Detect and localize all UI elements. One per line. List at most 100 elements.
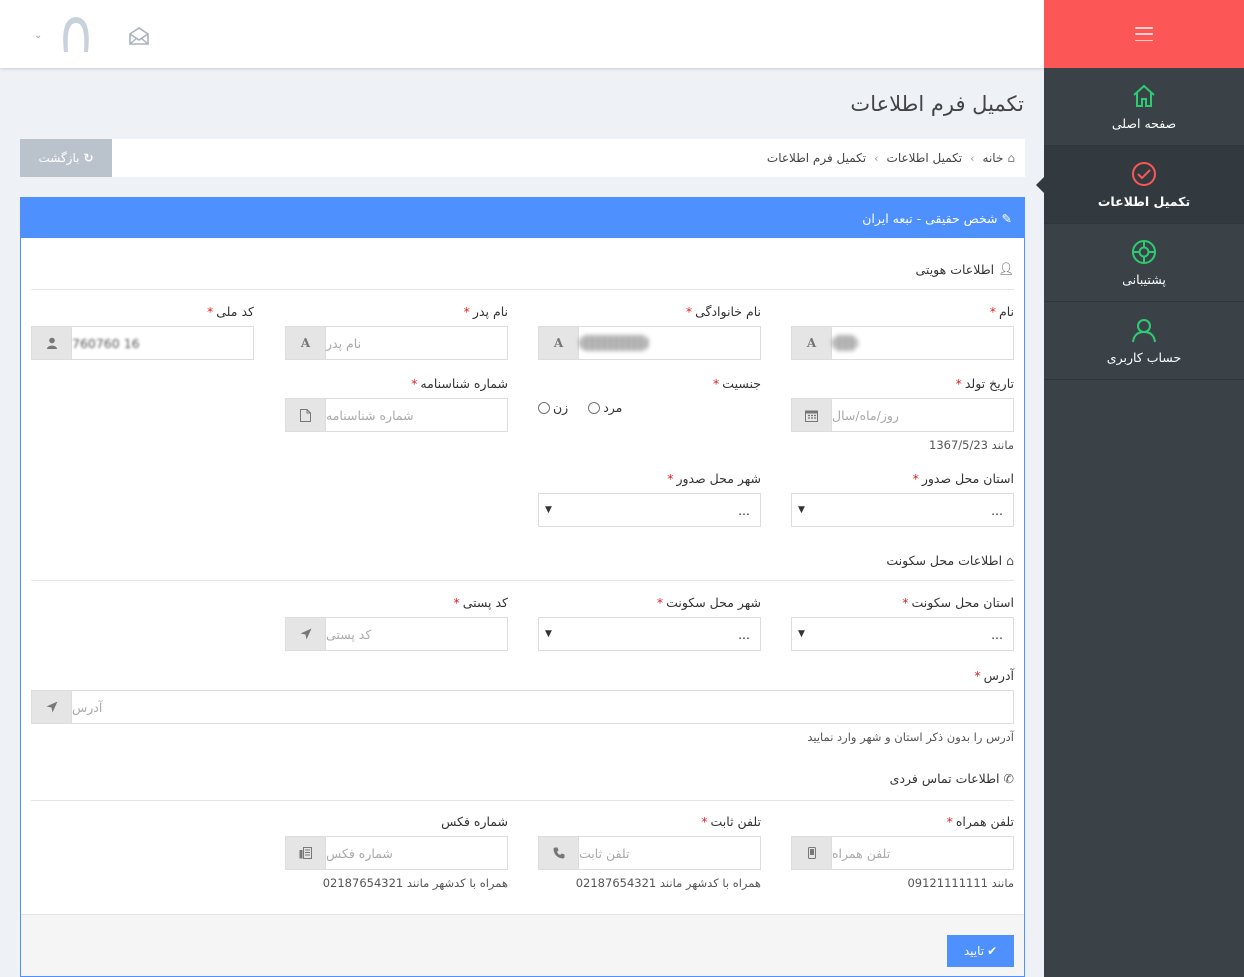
postal-code-placeholder: کد پستی: [326, 626, 372, 642]
field-label: استان محل صدور: [921, 471, 1014, 486]
issue-city-field: شهر محل صدور* ▼ ...: [538, 471, 761, 527]
birth-date-field: تاریخ تولد* روز/ماه/سال مانند 1367/5/23: [791, 376, 1014, 452]
sidebar-item-label: تکمیل اطلاعات: [1097, 194, 1191, 209]
caret-down-icon: ▼: [545, 505, 552, 515]
location-arrow-icon: [32, 691, 72, 723]
section-title: اطلاعات هویتی: [915, 261, 995, 277]
menu-icon[interactable]: [1135, 27, 1153, 41]
field-label: تاریخ تولد: [964, 376, 1014, 391]
breadcrumb-home[interactable]: خانه: [983, 151, 1004, 165]
field-label: کد ملی: [216, 304, 254, 319]
divider: [31, 580, 1014, 581]
father-name-input[interactable]: A نام پدر: [285, 326, 508, 360]
field-label: کد پستی: [462, 595, 508, 610]
confirm-button-label: تایید: [963, 944, 985, 958]
field-label: آدرس: [983, 668, 1014, 683]
address-input[interactable]: آدرس: [31, 690, 1014, 724]
select-value: ...: [991, 502, 1003, 518]
check-icon: ✔: [987, 944, 998, 958]
chevron-left-icon: ›: [970, 151, 975, 165]
field-label: نام خانوادگی: [695, 304, 761, 319]
fax-field: شماره فکس شماره فکس همراه با کدشهر مانند…: [285, 814, 508, 890]
field-label: شهر محل صدور: [676, 471, 761, 486]
gender-female-radio[interactable]: زن: [538, 400, 568, 415]
national-code-value: 16 760760: [72, 335, 140, 351]
id-number-field: شماره شناسنامه* شماره شناسنامه: [285, 376, 508, 432]
form-panel: شخص حقیقی - تبعه ایران ✎ 👤︎ اطلاعات هویت…: [20, 197, 1025, 977]
calendar-icon: [792, 399, 832, 431]
sidebar: صفحه اصلی تکمیل اطلاعات پشتیبانی حساب کا…: [1036, 0, 1244, 977]
residence-city-select[interactable]: ▼ ...: [538, 617, 761, 651]
refresh-icon: ↻: [83, 151, 94, 165]
panel-footer: تایید ✔: [21, 914, 1024, 976]
sidebar-item-complete-info[interactable]: تکمیل اطلاعات: [1036, 146, 1244, 224]
id-number-input[interactable]: شماره شناسنامه: [285, 398, 508, 432]
field-label: شماره فکس: [441, 814, 508, 829]
issue-city-select[interactable]: ▼ ...: [538, 493, 761, 527]
issue-province-select[interactable]: ▼ ...: [791, 493, 1014, 527]
panel-header: شخص حقیقی - تبعه ایران ✎: [21, 198, 1024, 238]
breadcrumb-bar: بازگشت ↻ ⌂ خانه › تکمیل اطلاعات › تکمیل …: [20, 139, 1025, 177]
residence-province-select[interactable]: ▼ ...: [791, 617, 1014, 651]
lifebuoy-icon: [1132, 240, 1156, 264]
mobile-help: مانند 09121111111: [907, 876, 1014, 890]
phone-input[interactable]: تلفن ثابت: [538, 836, 761, 870]
back-button[interactable]: بازگشت ↻: [20, 139, 112, 177]
breadcrumb-complete-info[interactable]: تکمیل اطلاعات: [887, 151, 963, 165]
sidebar-top: [1044, 0, 1244, 68]
breadcrumb-current: تکمیل فرم اطلاعات: [766, 151, 867, 165]
select-value: ...: [738, 626, 750, 642]
letter-a-icon: A: [792, 327, 832, 359]
first-name-input[interactable]: A: [791, 326, 1014, 360]
section-residence: ⌂ اطلاعات محل سکونت: [886, 553, 1014, 568]
gender-male-radio[interactable]: مرد: [588, 400, 622, 415]
mobile-placeholder: تلفن همراه: [832, 845, 891, 861]
postal-code-input[interactable]: کد پستی: [285, 617, 508, 651]
phone-icon: ✆: [1003, 771, 1014, 786]
field-label: نام پدر: [472, 304, 508, 319]
gender-field: جنسیت* مرد زن: [538, 376, 761, 415]
confirm-button[interactable]: تایید ✔: [947, 935, 1014, 967]
fax-help: همراه با کدشهر مانند 02187654321: [322, 876, 508, 890]
field-label: شماره شناسنامه: [420, 376, 508, 391]
select-value: ...: [991, 626, 1003, 642]
caret-down-icon: ▼: [798, 505, 805, 515]
mail-icon[interactable]: [128, 26, 150, 46]
father-name-field: نام پدر* A نام پدر: [285, 304, 508, 360]
field-label: استان محل سکونت: [911, 595, 1014, 610]
mobile-icon: [792, 837, 832, 869]
home-icon: [1133, 84, 1155, 107]
phone-icon: [539, 837, 579, 869]
mobile-input[interactable]: تلفن همراه: [791, 836, 1014, 870]
breadcrumb: ⌂ خانه › تکمیل اطلاعات › تکمیل فرم اطلاع…: [767, 139, 1015, 177]
field-label: شهر محل سکونت: [666, 595, 761, 610]
chevron-down-icon[interactable]: ⌄: [34, 30, 42, 41]
radio-label: زن: [553, 400, 569, 415]
issue-province-field: استان محل صدور* ▼ ...: [791, 471, 1014, 527]
letter-a-icon: A: [286, 327, 326, 359]
fax-input[interactable]: شماره فکس: [285, 836, 508, 870]
phone-field: تلفن ثابت* تلفن ثابت همراه با کدشهر مانن…: [538, 814, 761, 890]
address-field: آدرس* آدرس آدرس را بدون ذکر استان و شهر …: [31, 668, 1014, 744]
sidebar-item-account[interactable]: حساب کاربری: [1044, 302, 1244, 380]
section-title: اطلاعات تماس فردی: [889, 771, 1000, 786]
sidebar-item-home[interactable]: صفحه اصلی: [1044, 68, 1244, 146]
user-icon: [32, 327, 72, 359]
divider: [31, 289, 1014, 290]
last-name-input[interactable]: A: [538, 326, 761, 360]
national-code-input[interactable]: 16 760760: [31, 326, 254, 360]
residence-city-field: شهر محل سکونت* ▼ ...: [538, 595, 761, 651]
caret-down-icon: ▼: [545, 629, 552, 639]
birth-date-input[interactable]: روز/ماه/سال: [791, 398, 1014, 432]
field-label: جنسیت: [722, 376, 761, 391]
field-label: تلفن همراه: [955, 814, 1014, 829]
fax-icon: [286, 837, 326, 869]
select-value: ...: [738, 502, 750, 518]
avatar-icon[interactable]: [60, 14, 92, 54]
phone-help: همراه با کدشهر مانند 02187654321: [575, 876, 761, 890]
residence-province-field: استان محل سکونت* ▼ ...: [791, 595, 1014, 651]
mobile-field: تلفن همراه* تلفن همراه مانند 09121111111: [791, 814, 1014, 890]
section-identity: 👤︎ اطلاعات هویتی: [916, 261, 1014, 277]
section-title: اطلاعات محل سکونت: [886, 553, 1003, 568]
sidebar-item-support[interactable]: پشتیبانی: [1044, 224, 1244, 302]
